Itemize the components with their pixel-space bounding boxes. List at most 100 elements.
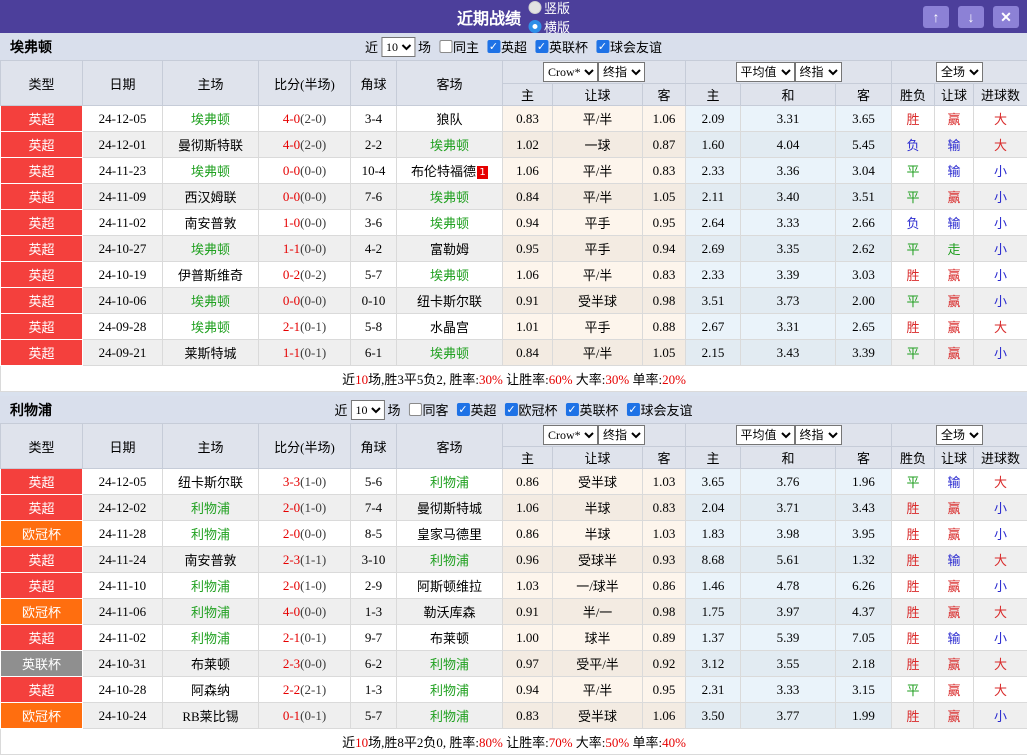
average-odds-cell: 4.04 xyxy=(741,132,836,158)
handicap-odds-cell: 受球半 xyxy=(553,547,643,573)
result-cell: 胜 xyxy=(892,314,935,340)
checkbox-icon[interactable]: ✓ xyxy=(596,40,609,53)
column-header: 主场 xyxy=(163,61,259,106)
league-filter-checkbox[interactable]: ✓欧冠杯 xyxy=(505,400,558,419)
match-date: 24-10-24 xyxy=(83,703,163,729)
average-odds-cell: 2.11 xyxy=(686,184,741,210)
result-cell: 赢 xyxy=(935,521,974,547)
sub-column-header: 进球数 xyxy=(974,447,1027,469)
checkbox-icon[interactable]: ✓ xyxy=(535,40,548,53)
crow-select[interactable]: Crow* xyxy=(543,425,598,445)
move-up-button[interactable]: ↑ xyxy=(923,6,949,28)
results-table: 类型日期主场比分(半场)角球客场Crow*终指平均值终指全场主让球客主和客胜负让… xyxy=(0,60,1027,392)
group-header: Crow*终指 xyxy=(503,424,686,447)
recent-count-select[interactable]: 10 xyxy=(381,37,415,57)
average-odds-cell: 2.18 xyxy=(836,651,892,677)
halftime-score: (0-1) xyxy=(300,630,326,645)
league-badge: 英超 xyxy=(1,132,83,158)
handicap-odds-cell: 0.83 xyxy=(503,703,553,729)
average-odds-cell: 3.98 xyxy=(741,521,836,547)
handicap-odds-cell: 0.83 xyxy=(503,106,553,132)
checkbox-icon[interactable]: ✓ xyxy=(487,40,500,53)
summary-text: 60% xyxy=(549,372,573,387)
league-badge: 英超 xyxy=(1,262,83,288)
match-row: 英超24-10-06埃弗顿0-0(0-0)0-10纽卡斯尔联0.91受半球0.9… xyxy=(1,288,1027,314)
summary-text: 单率: xyxy=(629,735,662,750)
crow-select[interactable]: Crow* xyxy=(543,62,598,82)
average-select[interactable]: 平均值 xyxy=(736,62,795,82)
final-index-select[interactable]: 终指 xyxy=(598,62,645,82)
handicap-odds-cell: 1.03 xyxy=(643,521,686,547)
sub-column-header: 主 xyxy=(686,84,741,106)
recent-count-select[interactable]: 10 xyxy=(350,400,384,420)
move-down-button[interactable]: ↓ xyxy=(958,6,984,28)
corner-cell: 2-2 xyxy=(351,132,397,158)
corner-cell: 7-4 xyxy=(351,495,397,521)
radio-icon[interactable] xyxy=(528,1,541,14)
league-filter-checkbox[interactable]: ✓球会友谊 xyxy=(596,37,662,56)
handicap-odds-cell: 1.05 xyxy=(643,184,686,210)
average-odds-cell: 1.96 xyxy=(836,469,892,495)
average-odds-cell: 2.62 xyxy=(836,236,892,262)
away-team-name: 利物浦 xyxy=(430,683,469,698)
final-index-select[interactable]: 终指 xyxy=(795,62,842,82)
home-team-cell: 南安普敦 xyxy=(163,210,259,236)
average-odds-cell: 3.51 xyxy=(836,184,892,210)
sub-column-header: 让球 xyxy=(935,84,974,106)
league-filter-checkbox[interactable]: ✓英超 xyxy=(456,400,496,419)
away-team-name: 埃弗顿 xyxy=(430,268,469,283)
league-filter-checkbox[interactable]: ✓英超 xyxy=(487,37,527,56)
average-odds-cell: 3.03 xyxy=(836,262,892,288)
home-team-cell: 埃弗顿 xyxy=(163,288,259,314)
corner-cell: 4-2 xyxy=(351,236,397,262)
recent-label: 近 xyxy=(334,400,347,419)
same-venue-checkbox[interactable]: 同主 xyxy=(439,37,479,56)
checkbox-icon[interactable]: ✓ xyxy=(456,403,469,416)
checkbox-icon[interactable] xyxy=(408,403,421,416)
average-odds-cell: 3.35 xyxy=(741,236,836,262)
average-odds-cell: 1.32 xyxy=(836,547,892,573)
same-venue-checkbox[interactable]: 同客 xyxy=(408,400,448,419)
result-cell: 输 xyxy=(935,158,974,184)
checkbox-icon[interactable]: ✓ xyxy=(627,403,640,416)
match-row: 英超24-12-05埃弗顿4-0(2-0)3-4狼队0.83平/半1.062.0… xyxy=(1,106,1027,132)
checkbox-icon[interactable]: ✓ xyxy=(566,403,579,416)
fulltime-score: 2-0 xyxy=(283,526,300,541)
away-team-cell: 阿斯顿维拉 xyxy=(397,573,503,599)
radio-icon[interactable] xyxy=(528,20,541,33)
close-button[interactable]: ✕ xyxy=(993,6,1019,28)
checkbox-icon[interactable]: ✓ xyxy=(505,403,518,416)
corner-cell: 10-4 xyxy=(351,158,397,184)
average-odds-cell: 2.33 xyxy=(686,262,741,288)
team-name: 埃弗顿 xyxy=(0,37,52,57)
group-header: 平均值终指 xyxy=(686,424,892,447)
handicap-odds-cell: 1.06 xyxy=(643,703,686,729)
away-team-name: 利物浦 xyxy=(430,709,469,724)
summary-text: 10 xyxy=(355,372,368,387)
layout-radio-0[interactable]: 竖版 xyxy=(528,0,570,17)
away-team-cell: 埃弗顿 xyxy=(397,210,503,236)
final-index-select[interactable]: 终指 xyxy=(795,425,842,445)
league-filter-checkbox[interactable]: ✓英联杯 xyxy=(535,37,588,56)
home-team-name: 曼彻斯特联 xyxy=(178,138,243,153)
league-badge: 英超 xyxy=(1,469,83,495)
away-team-cell: 埃弗顿 xyxy=(397,262,503,288)
full-match-select[interactable]: 全场 xyxy=(936,62,983,82)
average-select[interactable]: 平均值 xyxy=(736,425,795,445)
result-cell: 输 xyxy=(935,132,974,158)
halftime-score: (0-1) xyxy=(300,345,326,360)
league-filter-checkbox[interactable]: ✓英联杯 xyxy=(566,400,619,419)
handicap-odds-cell: 受平/半 xyxy=(553,651,643,677)
score-cell: 4-0(0-0) xyxy=(259,599,351,625)
column-header: 客场 xyxy=(397,424,503,469)
corner-cell: 5-6 xyxy=(351,469,397,495)
result-cell: 胜 xyxy=(892,547,935,573)
final-index-select[interactable]: 终指 xyxy=(598,425,645,445)
summary-text: 70% xyxy=(549,735,573,750)
away-team-cell: 埃弗顿 xyxy=(397,132,503,158)
result-cell: 平 xyxy=(892,236,935,262)
league-filter-checkbox[interactable]: ✓球会友谊 xyxy=(627,400,693,419)
sub-column-header: 让球 xyxy=(935,447,974,469)
checkbox-icon[interactable] xyxy=(439,40,452,53)
full-match-select[interactable]: 全场 xyxy=(936,425,983,445)
